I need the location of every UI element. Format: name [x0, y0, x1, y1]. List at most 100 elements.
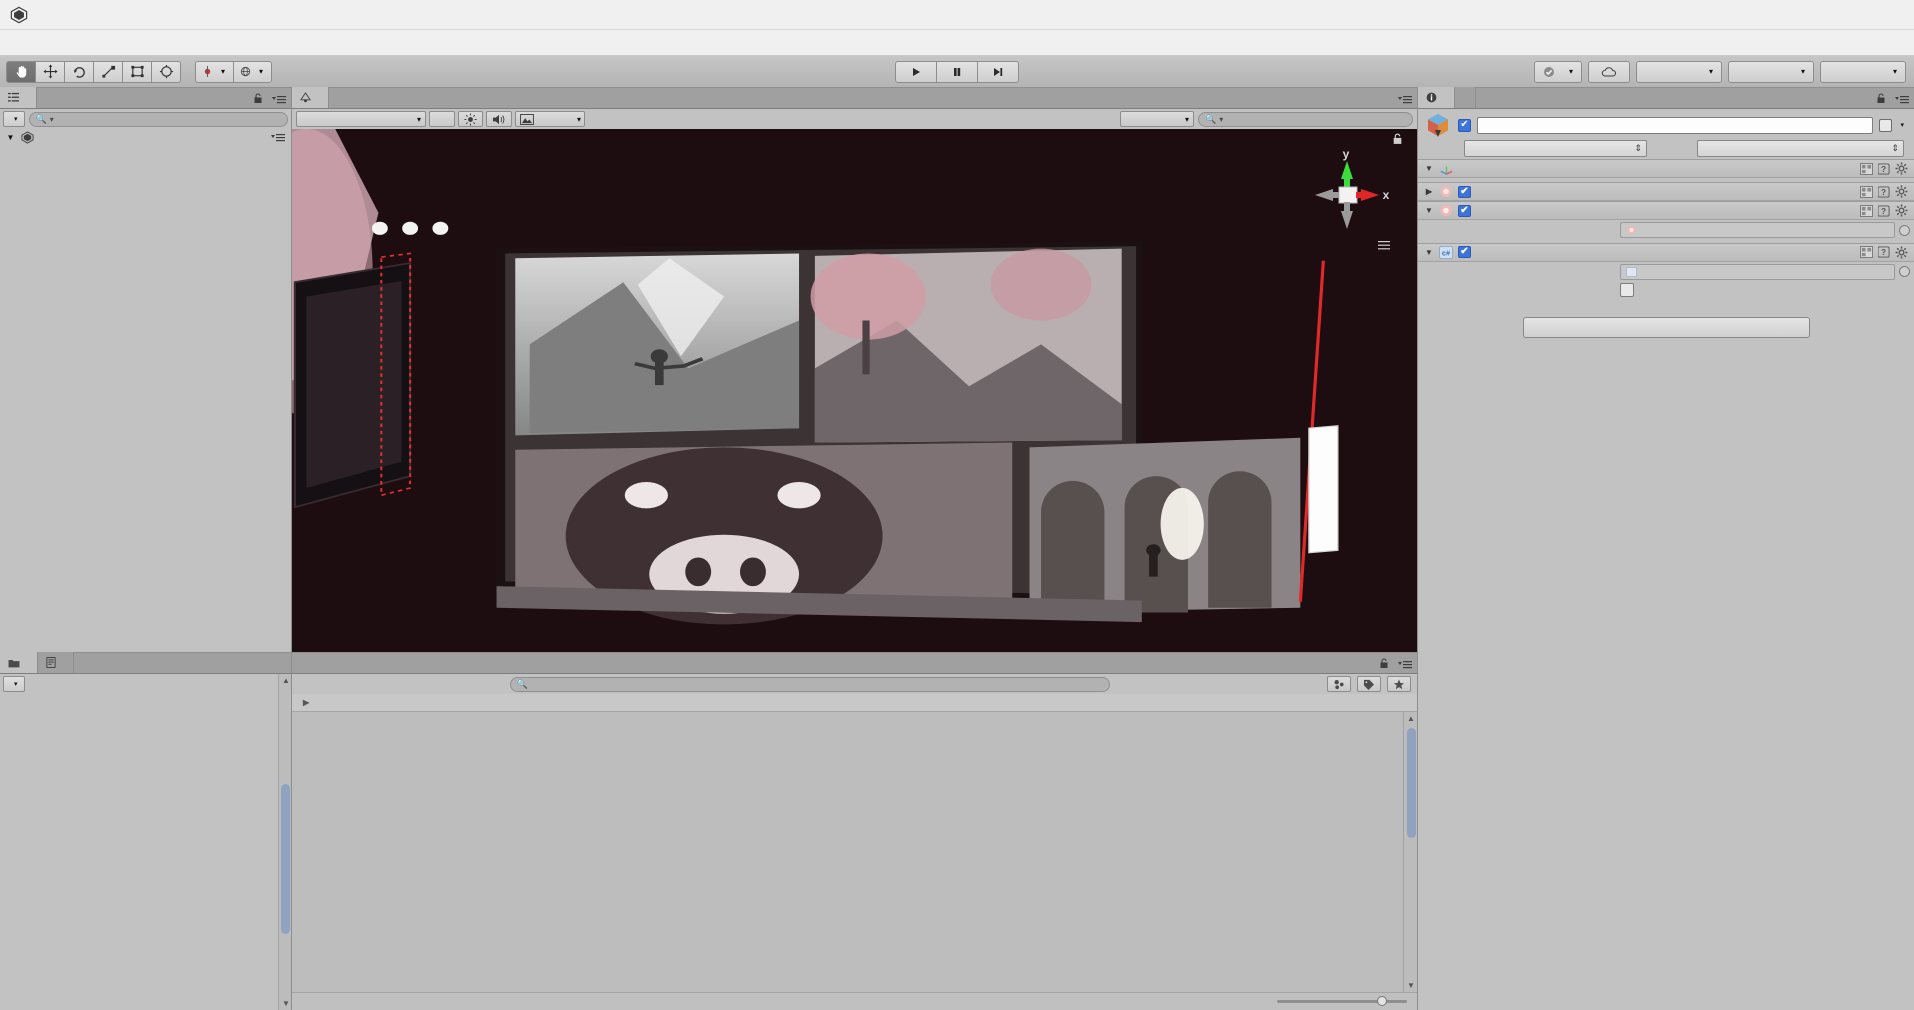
tab-services[interactable]: [1455, 87, 1476, 108]
lock-icon[interactable]: [1376, 656, 1392, 671]
toggle-pointer-checkbox[interactable]: [1620, 283, 1634, 298]
project-create-button[interactable]: ▾: [3, 676, 25, 692]
panel-menu-icon[interactable]: [1397, 656, 1413, 671]
help-icon[interactable]: ?: [1878, 246, 1890, 258]
tab-project[interactable]: [0, 652, 38, 673]
hand-tool-button[interactable]: [6, 60, 36, 83]
lock-icon[interactable]: [1873, 91, 1889, 106]
menu-file[interactable]: [8, 40, 26, 46]
close-button[interactable]: [1868, 0, 1914, 30]
move-tool-button[interactable]: [35, 60, 65, 83]
lighting-toggle-button[interactable]: [458, 111, 483, 127]
assets-grid-scrollbar[interactable]: ▲ ▼: [1403, 712, 1417, 992]
component-enabled-checkbox[interactable]: [1458, 204, 1471, 217]
asset-search-input[interactable]: 🔍: [509, 676, 1110, 692]
help-icon[interactable]: ?: [1878, 162, 1890, 175]
gear-icon[interactable]: [1895, 185, 1908, 198]
script-select-target-icon[interactable]: [1899, 224, 1910, 236]
component-header-transform[interactable]: ▼ ?: [1418, 159, 1914, 178]
menu-window[interactable]: [116, 40, 134, 46]
project-tree-scrollbar[interactable]: ▲ ▼: [278, 674, 291, 1010]
asset-zoom-knob[interactable]: [1377, 996, 1388, 1006]
panel-menu-icon[interactable]: [271, 91, 287, 106]
lock-icon[interactable]: [250, 91, 266, 106]
scene-axis-gizmo[interactable]: y x: [1301, 145, 1393, 237]
tab-hierarchy[interactable]: [0, 87, 37, 108]
rotate-tool-button[interactable]: [64, 60, 94, 83]
layer-dropdown[interactable]: ⇕: [1697, 139, 1904, 157]
object-enabled-checkbox[interactable]: [1458, 118, 1471, 132]
scene-menu-icon[interactable]: [271, 132, 285, 142]
scene-projection-label[interactable]: [1378, 241, 1395, 250]
help-icon[interactable]: ?: [1878, 204, 1890, 217]
gear-icon[interactable]: [1895, 246, 1908, 259]
menu-tools[interactable]: [98, 40, 116, 46]
rect-tool-button[interactable]: [122, 60, 152, 83]
play-button[interactable]: [895, 60, 937, 83]
toggle-2d-button[interactable]: [429, 111, 455, 127]
collab-button[interactable]: ▾: [1533, 60, 1582, 83]
menu-component[interactable]: [80, 40, 98, 46]
maximize-button[interactable]: [1822, 0, 1868, 30]
chevron-down-icon[interactable]: ▼: [1424, 206, 1434, 215]
scene-panel-menu-icon[interactable]: [1397, 91, 1413, 106]
preset-icon[interactable]: [1860, 185, 1873, 198]
asset-zoom-slider[interactable]: [1277, 996, 1407, 1006]
filter-by-type-button[interactable]: [1327, 676, 1351, 692]
tab-inspector[interactable]: [1418, 87, 1455, 108]
component-header-listener-example[interactable]: ▼ c# ?: [1418, 242, 1914, 262]
scene-lock-icon[interactable]: [1392, 133, 1403, 148]
component-enabled-checkbox[interactable]: [1458, 246, 1471, 258]
scrollbar-thumb[interactable]: [281, 784, 290, 934]
scrollbar-thumb[interactable]: [1407, 728, 1416, 838]
gear-icon[interactable]: [1895, 204, 1908, 217]
hierarchy-scene-row[interactable]: ▼: [0, 129, 291, 146]
object-name-input[interactable]: [1477, 116, 1874, 134]
tab-scene[interactable]: [292, 87, 329, 108]
step-button[interactable]: [977, 60, 1019, 83]
audio-toggle-button[interactable]: [486, 111, 512, 127]
layout-button[interactable]: ▾: [1820, 60, 1906, 83]
scene-viewport[interactable]: y x: [292, 129, 1417, 652]
menu-gameobject[interactable]: [62, 40, 80, 46]
preset-icon[interactable]: [1860, 246, 1873, 258]
component-header-vrtk-controller-events[interactable]: ▶ ?: [1418, 182, 1914, 201]
tab-console[interactable]: [38, 652, 74, 673]
minimize-button[interactable]: [1776, 0, 1822, 30]
menu-assets[interactable]: [44, 40, 62, 46]
preset-icon[interactable]: [1860, 162, 1873, 175]
hierarchy-create-button[interactable]: ▾: [3, 111, 25, 127]
layers-button[interactable]: ▾: [1728, 60, 1814, 83]
scene-expand-triangle[interactable]: ▼: [4, 133, 17, 142]
scroll-up-arrow[interactable]: ▲: [1404, 712, 1417, 725]
gizmos-dropdown[interactable]: ▾: [1120, 111, 1194, 127]
chevron-right-icon[interactable]: ▶: [1424, 187, 1434, 196]
chevron-down-icon[interactable]: ▼: [1424, 164, 1434, 173]
tag-dropdown[interactable]: ⇕: [1464, 139, 1647, 157]
hierarchy-search-input[interactable]: 🔍 ▾: [28, 111, 288, 127]
scroll-up-arrow[interactable]: ▲: [279, 674, 291, 687]
menu-help[interactable]: [134, 40, 152, 46]
script-select-target-icon[interactable]: [1899, 266, 1910, 278]
help-icon[interactable]: ?: [1878, 185, 1890, 198]
menu-edit[interactable]: [26, 40, 44, 46]
scroll-down-arrow[interactable]: ▼: [279, 997, 291, 1010]
shading-mode-dropdown[interactable]: ▾: [296, 111, 426, 127]
fx-dropdown[interactable]: ▾: [515, 111, 585, 127]
transform-tool-button[interactable]: [151, 60, 181, 83]
filter-by-label-button[interactable]: [1357, 676, 1381, 692]
scale-tool-button[interactable]: [93, 60, 123, 83]
scene-search-input[interactable]: 🔍 ▾: [1198, 111, 1413, 127]
scroll-down-arrow[interactable]: ▼: [1404, 979, 1417, 992]
gear-icon[interactable]: [1895, 162, 1908, 175]
component-enabled-checkbox[interactable]: [1458, 185, 1471, 198]
global-toggle-button[interactable]: ▾: [233, 60, 273, 83]
pivot-toggle-button[interactable]: ▾: [195, 60, 235, 83]
favorites-button[interactable]: [1387, 676, 1411, 692]
panel-menu-icon[interactable]: [1894, 91, 1910, 106]
cloud-button[interactable]: [1588, 60, 1630, 83]
preset-icon[interactable]: [1860, 204, 1873, 217]
account-button[interactable]: ▾: [1636, 60, 1722, 83]
static-checkbox[interactable]: [1879, 118, 1893, 132]
static-toggle[interactable]: ▾: [1879, 118, 1908, 132]
